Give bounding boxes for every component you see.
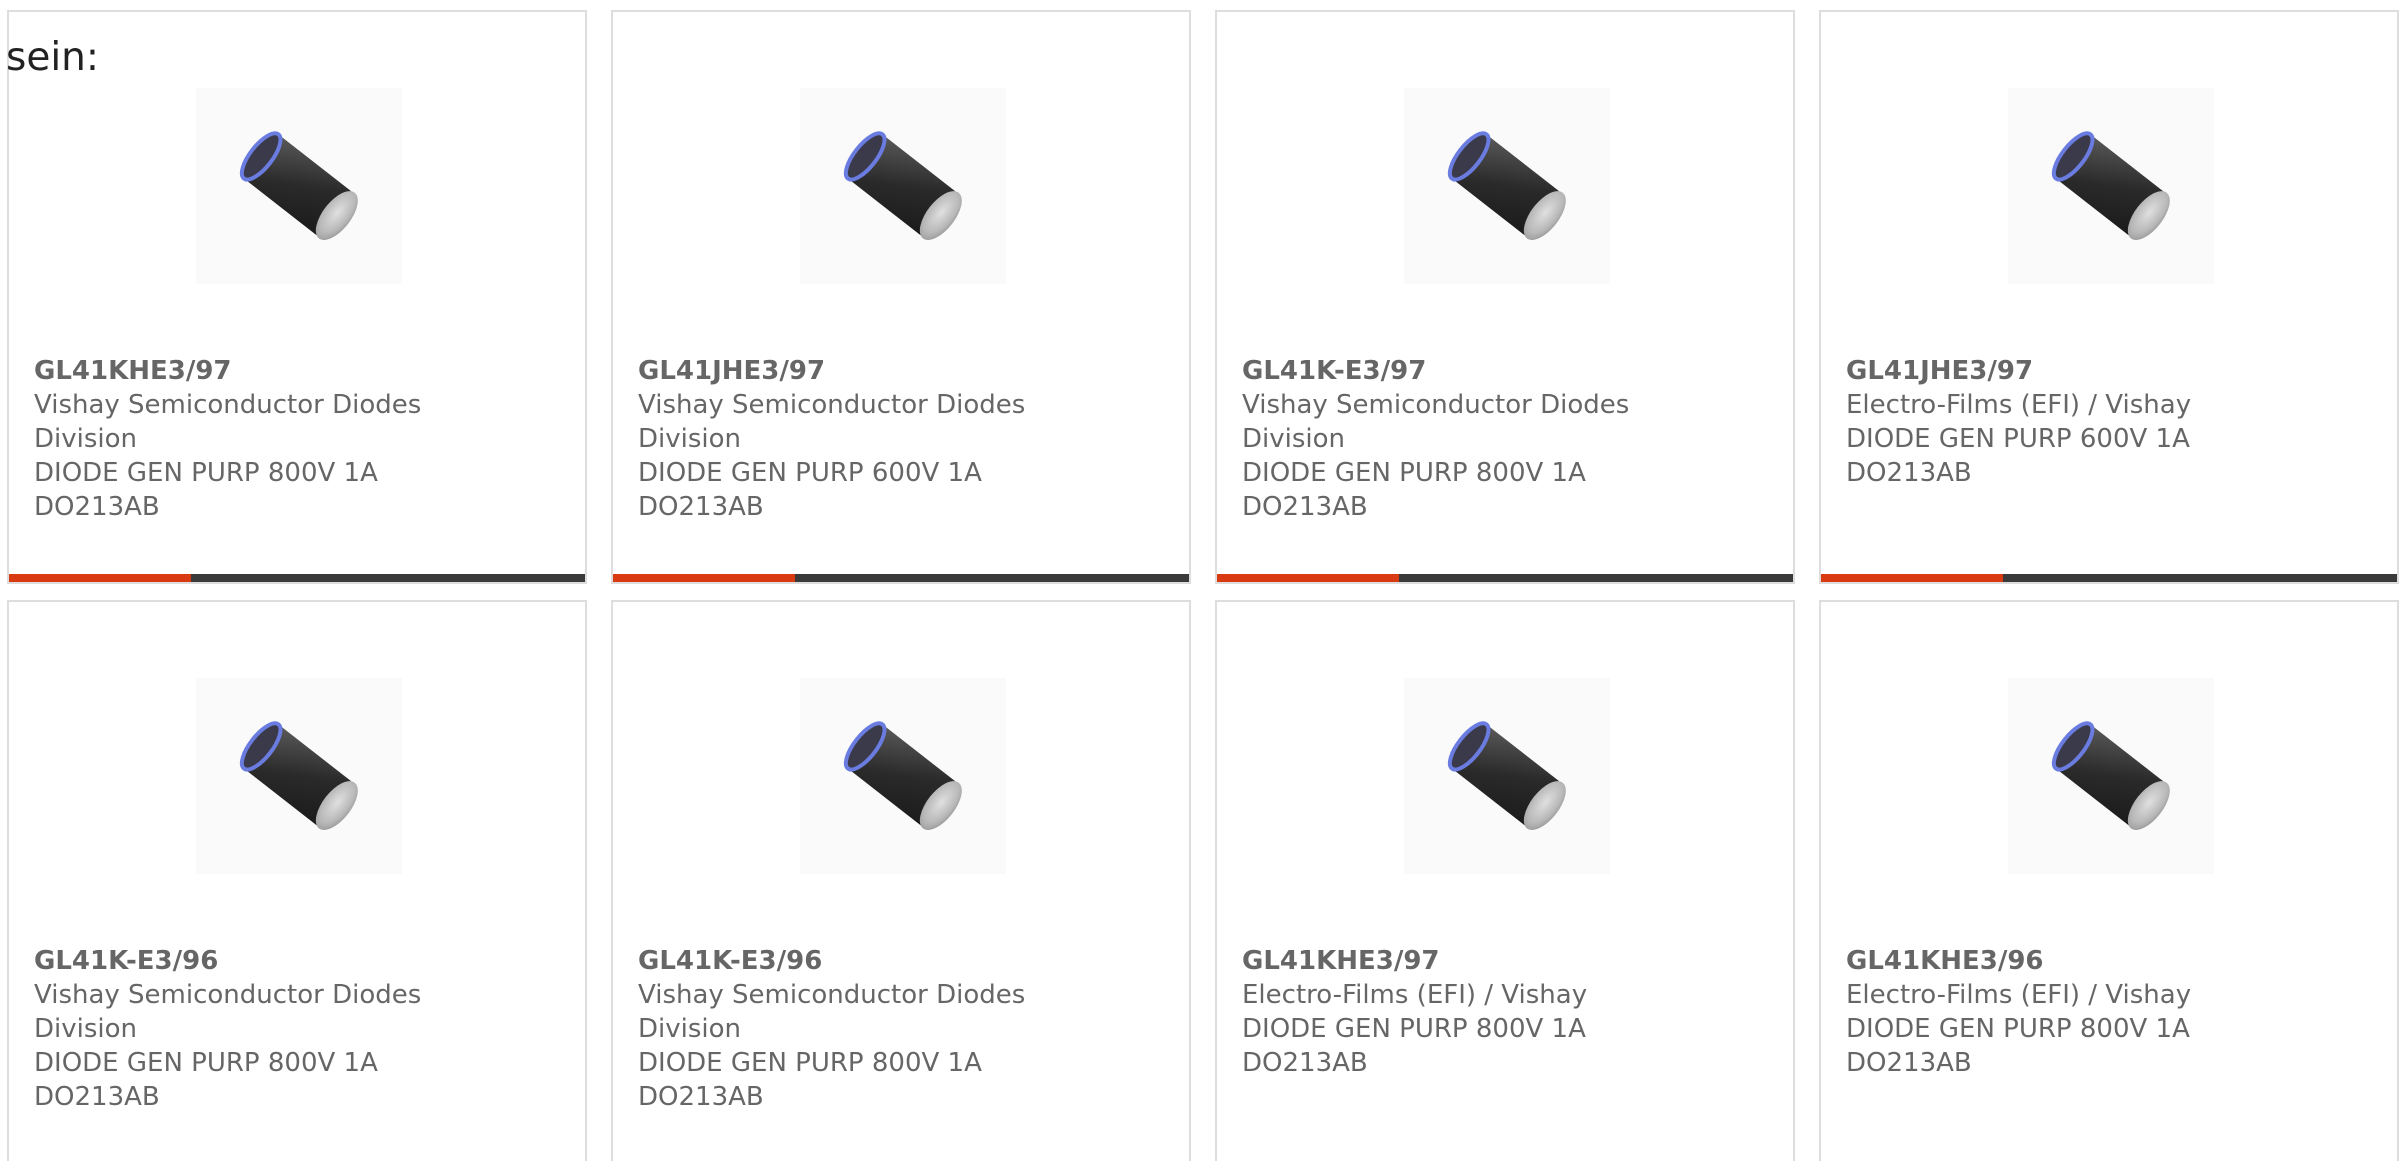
card-accent-bar [1217,574,1793,582]
product-description: DIODE GEN PURP 800V 1A DO213AB [34,458,378,522]
product-info: GL41KHE3/97 Electro-Films (EFI) / Vishay… [1242,944,1662,1080]
part-number-link[interactable]: GL41JHE3/97 [1846,354,2266,388]
product-info: GL41KHE3/97 Vishay Semiconductor Diodes … [34,354,454,524]
axial-diode-component-image-icon [1447,131,1566,240]
product-card-grid: GL41KHE3/97 Vishay Semiconductor Diodes … [7,10,2400,1161]
product-image[interactable] [2008,678,2214,874]
product-image[interactable] [196,678,402,874]
manufacturer-name: Vishay Semiconductor Diodes Division [638,980,1026,1044]
product-description: DIODE GEN PURP 800V 1A DO213AB [34,1048,378,1112]
product-description: DIODE GEN PURP 600V 1A DO213AB [1846,424,2190,488]
card-accent-segment [1821,574,2003,582]
product-card[interactable]: GL41K-E3/96 Vishay Semiconductor Diodes … [611,600,1191,1161]
product-image[interactable] [1404,678,1610,874]
card-accent-bar [613,574,1189,582]
card-accent-segment [9,574,191,582]
manufacturer-name: Vishay Semiconductor Diodes Division [638,390,1026,454]
axial-diode-component-image-icon [843,131,962,240]
product-image[interactable] [1404,88,1610,284]
product-image[interactable] [196,88,402,284]
product-card[interactable]: GL41KHE3/97 Vishay Semiconductor Diodes … [7,10,587,584]
product-info: GL41KHE3/96 Electro-Films (EFI) / Vishay… [1846,944,2266,1080]
product-card[interactable]: GL41JHE3/97 Electro-Films (EFI) / Vishay… [1819,10,2399,584]
axial-diode-component-image-icon [239,721,358,830]
part-number-link[interactable]: GL41KHE3/96 [1846,944,2266,978]
manufacturer-name: Vishay Semiconductor Diodes Division [1242,390,1630,454]
intro-text: sein: [6,35,100,80]
product-description: DIODE GEN PURP 800V 1A DO213AB [638,1048,982,1112]
product-image[interactable] [2008,88,2214,284]
axial-diode-component-image-icon [2051,131,2170,240]
product-info: GL41K-E3/96 Vishay Semiconductor Diodes … [638,944,1058,1114]
product-card[interactable]: GL41K-E3/97 Vishay Semiconductor Diodes … [1215,10,1795,584]
part-number-link[interactable]: GL41KHE3/97 [1242,944,1662,978]
card-accent-segment [1217,574,1399,582]
product-card[interactable]: GL41K-E3/96 Vishay Semiconductor Diodes … [7,600,587,1161]
manufacturer-name: Electro-Films (EFI) / Vishay [1846,390,2192,420]
product-grid-page: sein: GL41KHE3/97 Vishay Semiconductor D… [0,0,2400,1161]
part-number-link[interactable]: GL41K-E3/97 [1242,354,1662,388]
card-accent-segment [613,574,795,582]
manufacturer-name: Vishay Semiconductor Diodes Division [34,980,422,1044]
product-info: GL41K-E3/97 Vishay Semiconductor Diodes … [1242,354,1662,524]
part-number-link[interactable]: GL41K-E3/96 [34,944,454,978]
product-description: DIODE GEN PURP 800V 1A DO213AB [1846,1014,2190,1078]
product-description: DIODE GEN PURP 800V 1A DO213AB [1242,1014,1586,1078]
part-number-link[interactable]: GL41K-E3/96 [638,944,1058,978]
manufacturer-name: Vishay Semiconductor Diodes Division [34,390,422,454]
manufacturer-name: Electro-Films (EFI) / Vishay [1242,980,1588,1010]
part-number-link[interactable]: GL41KHE3/97 [34,354,454,388]
card-accent-bar [9,574,585,582]
part-number-link[interactable]: GL41JHE3/97 [638,354,1058,388]
product-card[interactable]: GL41JHE3/97 Vishay Semiconductor Diodes … [611,10,1191,584]
axial-diode-component-image-icon [239,131,358,240]
product-description: DIODE GEN PURP 600V 1A DO213AB [638,458,982,522]
axial-diode-component-image-icon [2051,721,2170,830]
product-card[interactable]: GL41KHE3/96 Electro-Films (EFI) / Vishay… [1819,600,2399,1161]
product-card[interactable]: GL41KHE3/97 Electro-Films (EFI) / Vishay… [1215,600,1795,1161]
card-accent-bar [1821,574,2397,582]
manufacturer-name: Electro-Films (EFI) / Vishay [1846,980,2192,1010]
product-description: DIODE GEN PURP 800V 1A DO213AB [1242,458,1586,522]
product-image[interactable] [800,678,1006,874]
axial-diode-component-image-icon [1447,721,1566,830]
product-info: GL41JHE3/97 Vishay Semiconductor Diodes … [638,354,1058,524]
product-image[interactable] [800,88,1006,284]
axial-diode-component-image-icon [843,721,962,830]
product-info: GL41JHE3/97 Electro-Films (EFI) / Vishay… [1846,354,2266,490]
product-info: GL41K-E3/96 Vishay Semiconductor Diodes … [34,944,454,1114]
